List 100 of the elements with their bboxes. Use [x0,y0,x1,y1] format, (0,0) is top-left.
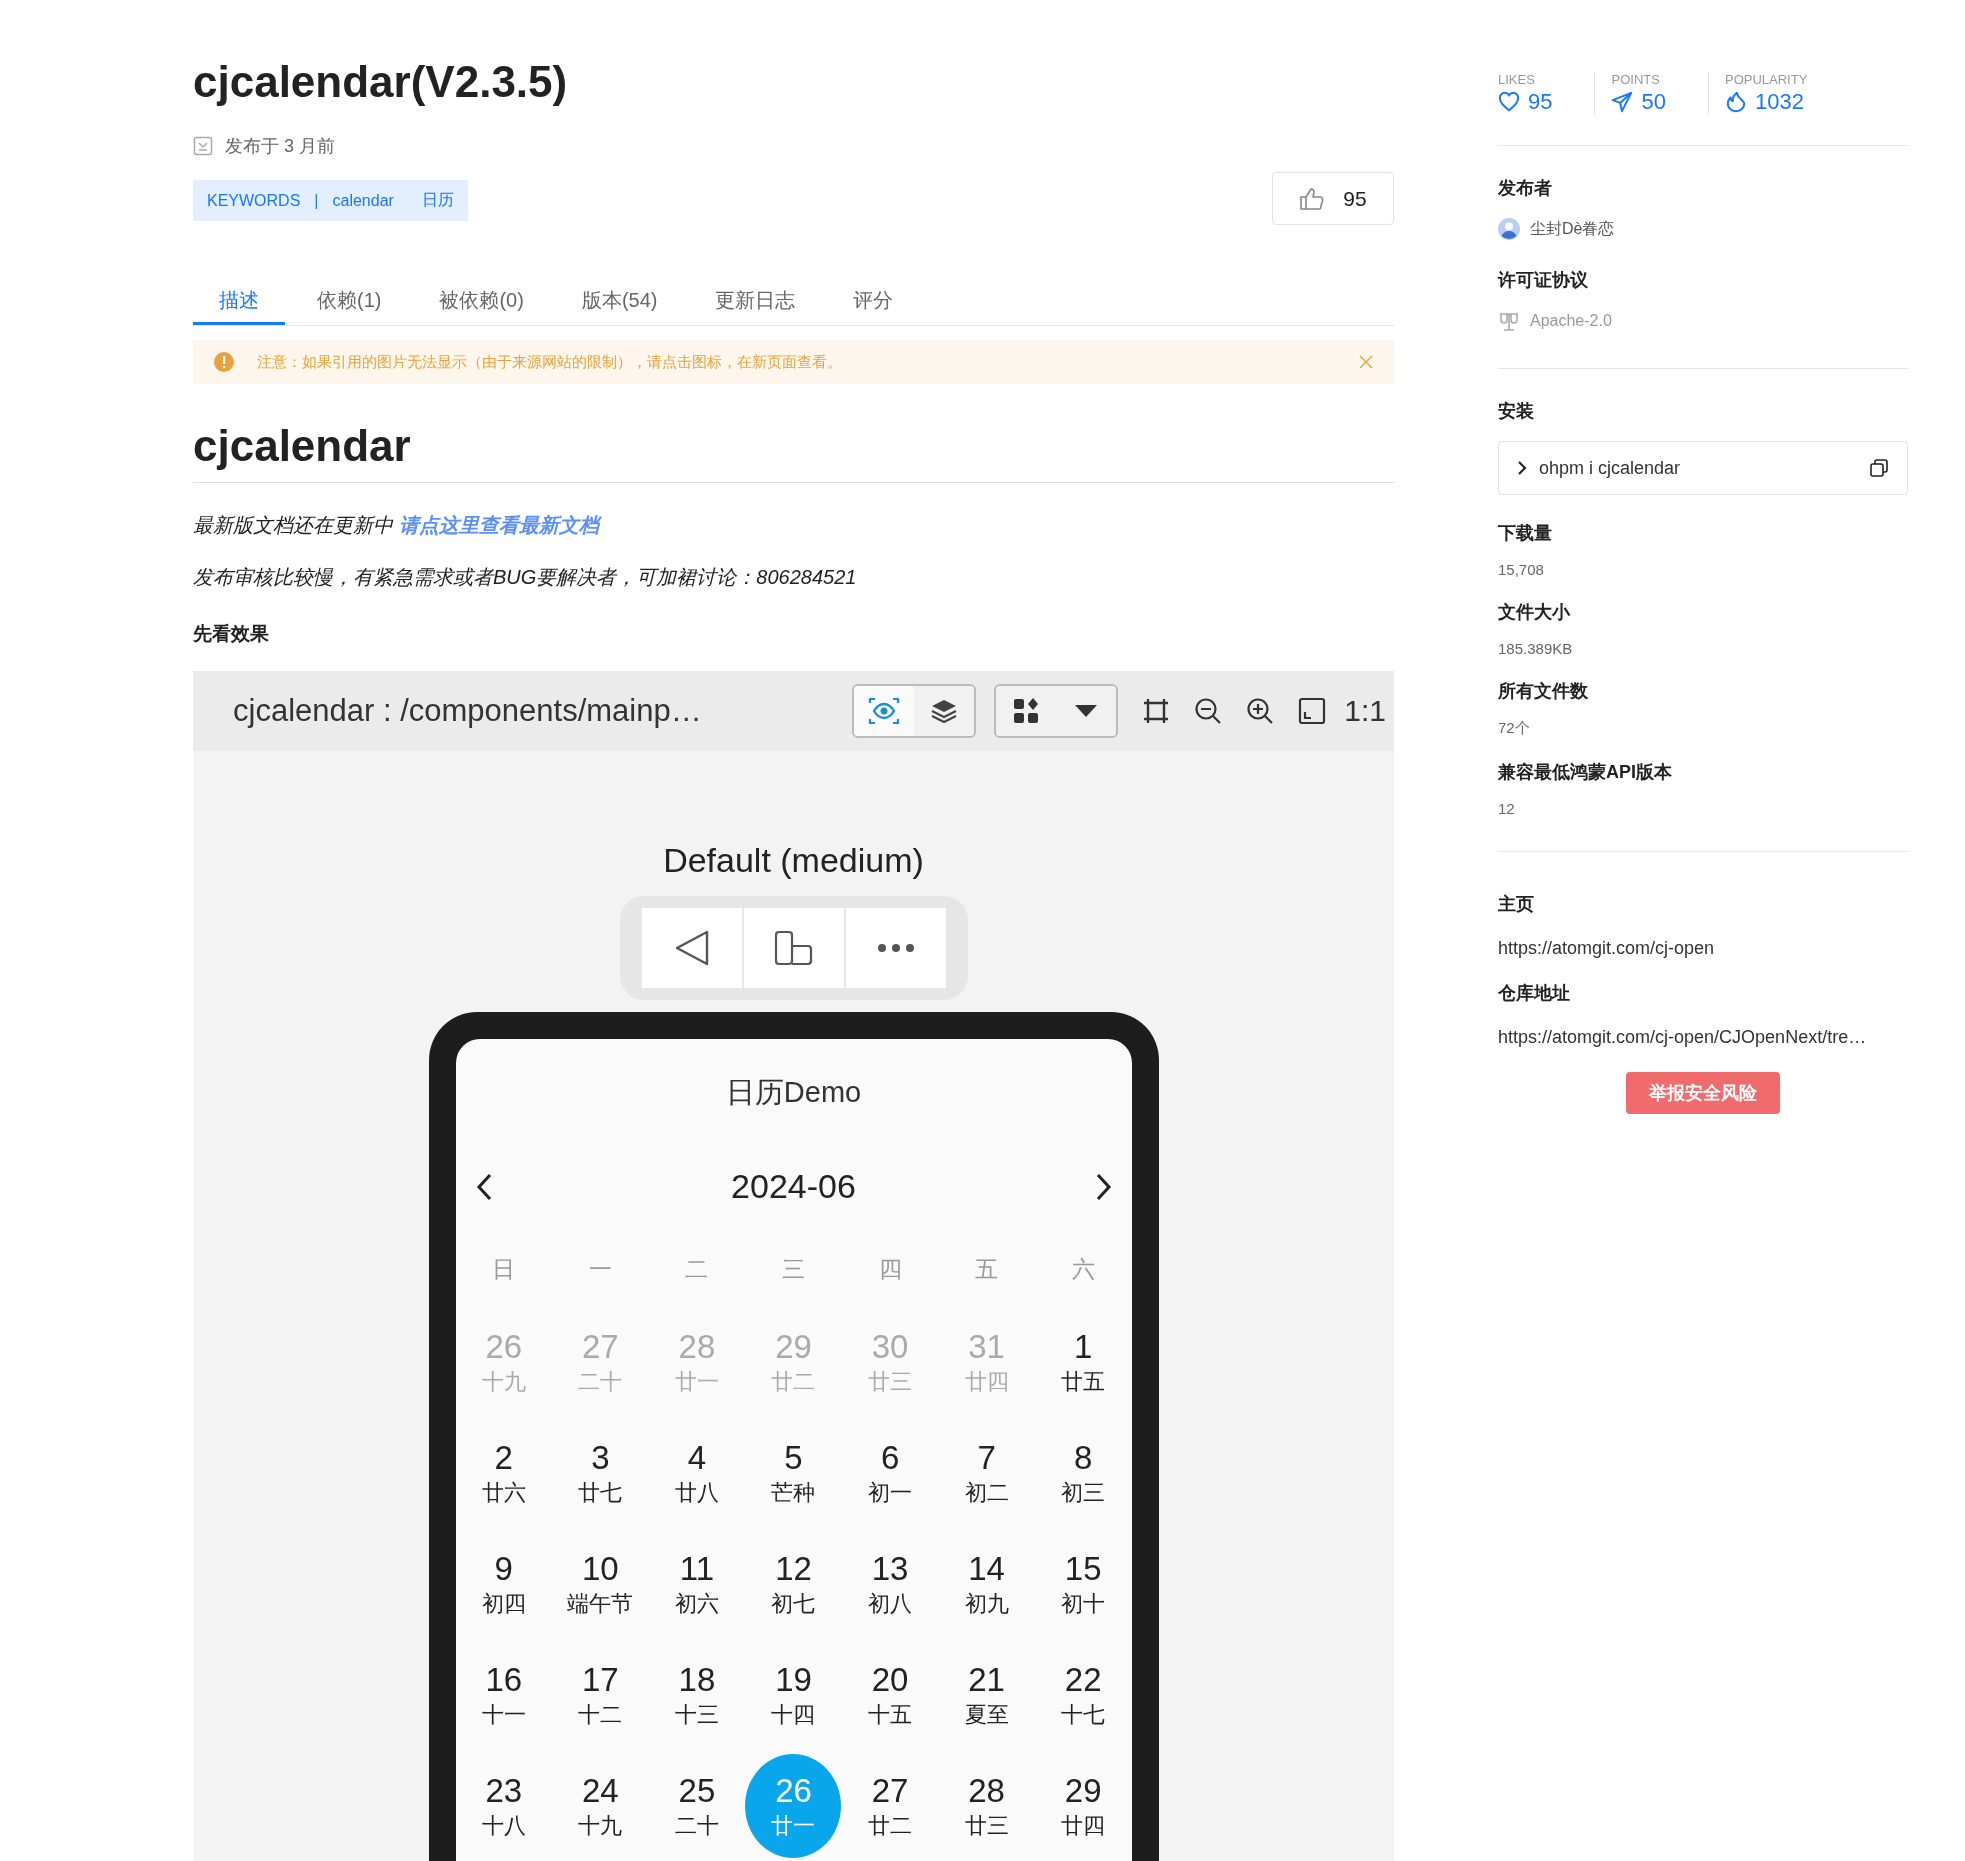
tab[interactable]: 评分 [827,277,920,325]
date-cell[interactable]: 5 芒种 [745,1421,842,1525]
date-cell[interactable]: 6 初一 [842,1421,939,1525]
date-cell[interactable]: 3 廿七 [552,1421,649,1525]
keyword-link[interactable]: calendar [332,191,394,210]
warning-icon [213,351,235,373]
date-cell[interactable]: 19 十四 [745,1643,842,1747]
section-heading: 安装 [1498,400,1535,423]
readme-subheading: 先看效果 [193,622,270,646]
date-cell[interactable]: 24 十九 [552,1754,649,1858]
stat-value: 15,708 [1498,561,1545,578]
copy-icon[interactable] [1869,458,1889,478]
actual-size-button[interactable]: 1:1 [1344,694,1386,728]
components-button[interactable] [996,686,1057,736]
layers-button[interactable] [914,686,975,736]
date-cell[interactable]: 18 十三 [648,1643,745,1747]
back-button[interactable] [641,908,742,988]
notice-text: 注意：如果引用的图片无法显示（由于来源网站的限制），请点击图标，在新页面查看。 [257,352,843,372]
date-cell[interactable]: 20 十五 [842,1643,939,1747]
tab[interactable]: 描述 [193,277,285,325]
chevron-right-icon[interactable] [1095,1172,1112,1201]
weekday-label: 三 [781,1255,806,1284]
tab[interactable]: 依赖(1) [291,277,408,325]
weekday-label: 五 [974,1255,1000,1284]
more-icon [876,943,915,953]
dropdown-button[interactable] [1056,686,1117,736]
weekday-label: 四 [877,1255,903,1284]
date-cell[interactable]: 25 二十 [648,1754,745,1858]
date-cell[interactable]: 13 初八 [842,1532,939,1636]
date-cell[interactable]: 23 十八 [455,1754,552,1858]
preview-title: cjcalendar : /components/mainp… [233,693,702,729]
date-cell[interactable]: 1 廿五 [1035,1310,1132,1414]
keyword-link[interactable]: 日历 [421,190,454,211]
zoom-in-icon[interactable] [1246,697,1275,725]
stat-value: 12 [1498,800,1516,817]
date-cell[interactable]: 21 夏至 [938,1643,1035,1747]
section-heading: 兼容最低鸿蒙API版本 [1498,761,1673,784]
license-name: Apache-2.0 [1530,312,1612,330]
stat-value: 95 [1528,89,1553,115]
app-title: 日历Demo [724,1075,863,1110]
stat-value: 50 [1641,89,1666,115]
publisher-link[interactable]: 尘封Dè眷恋 [1530,218,1615,240]
triangle-icon [674,930,709,966]
section-heading: 许可证协议 [1498,269,1589,292]
date-cell[interactable]: 28 廿三 [938,1754,1035,1858]
date-cell[interactable]: 9 初四 [455,1532,552,1636]
fit-screen-icon[interactable] [1298,697,1327,725]
package-title: cjcalendar(V2.3.5) [193,56,568,108]
stat-value: 72个 [1498,719,1531,738]
readme-heading: cjcalendar [193,420,1394,483]
device-button[interactable] [743,908,844,988]
date-cell[interactable]: 10 端午节 [552,1532,649,1636]
section-heading: 所有文件数 [1498,680,1589,703]
scales-icon [1498,310,1520,332]
caret-icon [1074,704,1099,718]
weekday-label: 一 [587,1255,613,1284]
date-cell[interactable]: 17 十二 [552,1643,649,1747]
date-cell[interactable]: 22 十七 [1035,1643,1132,1747]
section-heading: 下载量 [1498,522,1553,545]
date-cell[interactable]: 14 初九 [938,1532,1035,1636]
tab[interactable]: 更新日志 [689,277,822,325]
install-command: ohpm i cjcalendar [1539,457,1682,479]
tab[interactable]: 版本(54) [555,277,684,325]
section-heading: 发布者 [1498,177,1553,200]
stat-label: POPULARITY [1724,72,1808,87]
paper-plane-icon [1611,91,1634,113]
thumbs-up-icon [1299,186,1326,211]
section-heading: 主页 [1498,893,1535,916]
eye-icon [868,697,901,725]
weekday-label: 日 [491,1255,517,1284]
section-heading: 文件大小 [1498,601,1571,624]
section-heading: 仓库地址 [1498,982,1571,1005]
date-cell[interactable]: 7 初二 [938,1421,1035,1525]
date-cell[interactable]: 11 初六 [648,1532,745,1636]
date-cell[interactable]: 8 初三 [1035,1421,1132,1525]
avatar-icon [1498,218,1520,240]
date-cell[interactable]: 12 初七 [745,1532,842,1636]
flame-icon [1724,91,1747,113]
readme-paragraph: 发布审核比较慢，有紧急需求或者BUG要解决者，可加裙讨论：806284521 [193,565,858,590]
zoom-out-icon[interactable] [1194,697,1223,725]
date-cell[interactable]: 16 十一 [455,1643,552,1747]
stat-label: LIKES [1498,72,1536,87]
keywords-label: KEYWORDS [207,191,301,210]
chevron-left-icon[interactable] [475,1172,492,1201]
date-cell[interactable]: 2 廿六 [455,1421,552,1525]
device-label: Default (medium) [663,841,924,880]
stat-label: POINTS [1611,72,1661,87]
date-cell[interactable]: 4 廿八 [648,1421,745,1525]
stat-value: 185.389KB [1498,640,1574,657]
tab[interactable]: 被依赖(0) [413,277,550,325]
url-link[interactable]: https://atomgit.com/cj-open [1498,938,1908,959]
date-cell[interactable]: 27 廿二 [842,1754,939,1858]
stat-value: 1032 [1754,89,1804,115]
date-cell[interactable]: 29 廿四 [1035,1754,1132,1858]
url-link[interactable]: https://atomgit.com/cj-open/CJOpenNext/tre… [1498,1027,1908,1048]
readme-paragraph: 最新版文档还在更新中 请点这里查看最新文档 [193,509,1394,541]
like-button[interactable]: 95 [1272,172,1394,225]
grid-icon [1012,697,1041,725]
crop-frame-icon[interactable] [1142,697,1171,725]
date-cell[interactable]: 15 初十 [1035,1532,1132,1636]
